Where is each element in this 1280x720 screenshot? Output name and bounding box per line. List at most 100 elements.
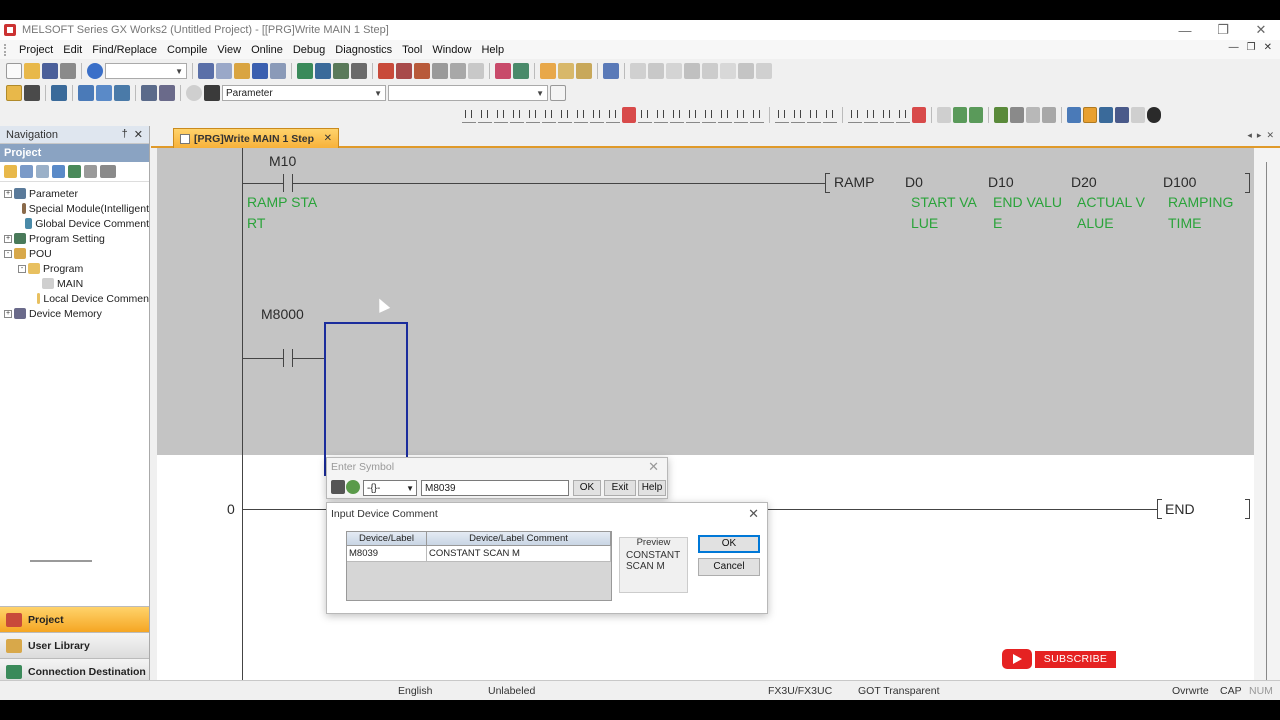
copy-data-icon[interactable] <box>20 165 33 178</box>
property-icon[interactable] <box>24 85 40 101</box>
paste-data-icon[interactable] <box>36 165 49 178</box>
pulse-closed-branch-icon[interactable] <box>823 107 837 123</box>
property-data-icon[interactable] <box>52 165 65 178</box>
symbol-type-icon[interactable] <box>331 480 345 494</box>
diag-icon[interactable] <box>540 63 556 79</box>
close-button[interactable]: ✕ <box>1242 22 1280 38</box>
close-icon[interactable]: ✕ <box>134 128 143 141</box>
menu-find-replace[interactable]: Find/Replace <box>87 44 162 56</box>
open-branch-icon[interactable] <box>478 107 492 123</box>
rising-branch-icon[interactable] <box>670 107 684 123</box>
delete-horizontal-icon[interactable] <box>590 107 604 123</box>
print-icon[interactable] <box>60 63 76 79</box>
compile-icon[interactable] <box>159 85 175 101</box>
operation-result-icon[interactable] <box>864 107 878 123</box>
end-instruction[interactable]: END <box>1165 501 1195 517</box>
find-icon[interactable] <box>378 63 394 79</box>
expand-icon[interactable]: + <box>4 309 12 318</box>
delete-rung-icon[interactable] <box>912 107 926 123</box>
toolbar-combo[interactable]: ▼ <box>105 63 187 79</box>
tree-item[interactable]: Global Device Comment <box>0 216 149 231</box>
symbol-input[interactable]: M8039 <box>421 480 569 496</box>
device-display-icon[interactable] <box>994 107 1008 123</box>
open-project-icon[interactable] <box>24 63 40 79</box>
closed-contact-icon[interactable] <box>494 107 508 123</box>
copy-icon[interactable] <box>216 63 232 79</box>
new-data-icon[interactable] <box>4 165 17 178</box>
delete-vertical-icon[interactable] <box>606 107 620 123</box>
sub-combo[interactable]: ▼ <box>388 85 548 101</box>
ladder-icon[interactable] <box>78 85 94 101</box>
menu-diagnostics[interactable]: Diagnostics <box>330 44 397 56</box>
symbol-select[interactable]: -{}- ▼ <box>363 480 417 496</box>
open-contact-icon[interactable] <box>462 107 476 123</box>
comment-icon[interactable] <box>756 63 772 79</box>
search-icon[interactable] <box>1147 107 1161 123</box>
buffer-icon[interactable] <box>576 63 592 79</box>
device-comment-ok-button[interactable]: OK <box>698 535 760 553</box>
pulse-branch-icon[interactable] <box>791 107 805 123</box>
vertical-line-icon[interactable] <box>574 107 588 123</box>
enter-symbol-ok-button[interactable]: OK <box>573 480 601 496</box>
device-cell[interactable]: M8039 <box>347 546 427 562</box>
sft-inv-icon[interactable] <box>750 107 764 123</box>
tab-scroll-left-icon[interactable]: ◂ <box>1247 130 1252 141</box>
nav-user-library-button[interactable]: User Library <box>0 632 149 658</box>
write-plc-icon[interactable] <box>297 63 313 79</box>
redo-icon[interactable] <box>270 63 286 79</box>
convert-icon[interactable] <box>141 85 157 101</box>
navigation-menu-icon[interactable] <box>100 165 116 178</box>
rung1-contact-device[interactable]: M10 <box>269 153 296 169</box>
sft-icon[interactable] <box>702 107 716 123</box>
nav-project-button[interactable]: Project <box>0 606 149 632</box>
coil-icon[interactable] <box>526 107 540 123</box>
collapse-icon[interactable]: - <box>18 264 26 273</box>
binoculars-icon[interactable] <box>204 85 220 101</box>
info-icon[interactable] <box>186 85 202 101</box>
read-mode-icon[interactable] <box>1026 107 1040 123</box>
invert-icon[interactable] <box>848 107 862 123</box>
line-icon[interactable] <box>684 63 700 79</box>
falling-pulse-icon[interactable] <box>654 107 668 123</box>
row-icon[interactable] <box>738 63 754 79</box>
minimize-button[interactable]: — <box>1166 23 1204 38</box>
branch-icon[interactable] <box>702 63 718 79</box>
rung1-operand-d10[interactable]: D10 <box>988 174 1014 190</box>
statement-icon[interactable] <box>953 107 967 123</box>
menu-project[interactable]: Project <box>14 44 58 56</box>
verify-plc-icon[interactable] <box>333 63 349 79</box>
entry-icon[interactable] <box>558 63 574 79</box>
jump-icon[interactable] <box>468 63 484 79</box>
menu-edit[interactable]: Edit <box>58 44 87 56</box>
mdi-restore-button[interactable]: ❐ <box>1247 42 1256 53</box>
symbol-mode-icon[interactable] <box>346 480 360 494</box>
undo-icon[interactable] <box>252 63 268 79</box>
page-icon[interactable] <box>550 85 566 101</box>
horizontal-line-icon[interactable] <box>558 107 572 123</box>
tree-item[interactable]: Special Module(Intelligent <box>0 201 149 216</box>
close-all-icon[interactable] <box>84 165 97 178</box>
parameter-combo[interactable]: Parameter ▼ <box>222 85 386 101</box>
tree-item[interactable]: - POU <box>0 246 149 261</box>
mep-icon[interactable] <box>880 107 894 123</box>
help-icon[interactable] <box>87 63 103 79</box>
tab-close-all-icon[interactable]: ✕ <box>1266 130 1274 141</box>
sfc-icon[interactable] <box>96 85 112 101</box>
pulse-closed-icon[interactable] <box>807 107 821 123</box>
sft-coil-icon[interactable] <box>734 107 748 123</box>
application-instruction-icon[interactable] <box>542 107 556 123</box>
comment-edit-icon[interactable] <box>937 107 951 123</box>
rung2-contact[interactable] <box>283 349 293 367</box>
ladder-editor[interactable]: M10 RAMP D0 D10 D20 D100 RAMP STA RT STA… <box>157 148 1254 700</box>
menu-debug[interactable]: Debug <box>288 44 330 56</box>
navigation-splitter[interactable] <box>30 560 92 562</box>
display-icon[interactable] <box>1131 107 1145 123</box>
monitor-mode-icon[interactable] <box>1099 107 1113 123</box>
note-icon[interactable] <box>969 107 983 123</box>
pin-icon[interactable]: † <box>122 128 128 141</box>
expand-icon[interactable]: + <box>4 234 12 243</box>
mdi-minimize-button[interactable]: — <box>1229 42 1239 53</box>
device-list-icon[interactable] <box>432 63 448 79</box>
tab-close-icon[interactable]: ✕ <box>324 133 332 144</box>
remote-op-icon[interactable] <box>513 63 529 79</box>
